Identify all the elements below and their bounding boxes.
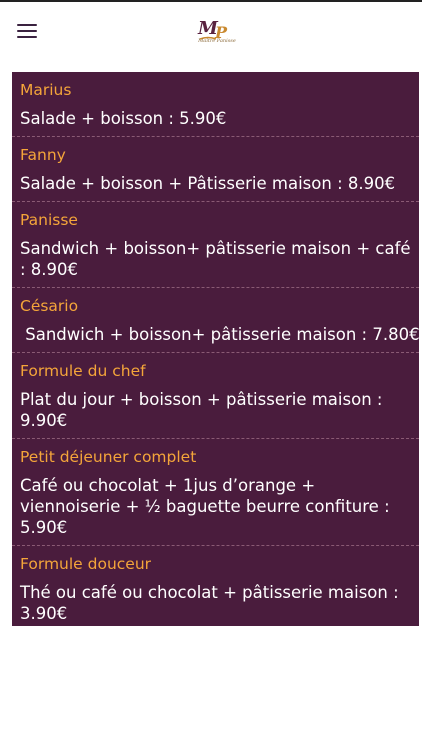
menu-item-name: Fanny	[20, 146, 66, 164]
menu-item-name: Formule douceur	[20, 555, 152, 573]
menu-item-description: Salade + boisson + Pâtisserie maison : 8…	[20, 174, 396, 193]
menu-item[interactable]: Panisse Sandwich + boisson+ pâtisserie m…	[12, 202, 419, 288]
menu-item[interactable]: Petit déjeuner complet Café ou chocolat …	[12, 439, 419, 546]
menu-line	[17, 36, 37, 39]
menu-item-name: Formule du chef	[20, 362, 146, 380]
formula-menu-panel: Marius Salade + boisson : 5.90€ Fanny Sa…	[12, 72, 420, 626]
menu-item[interactable]: Formule douceur Thé ou café ou chocolat …	[12, 546, 419, 631]
menu-item-description: Plat du jour + boisson + pâtisserie mais…	[20, 390, 383, 430]
menu-item[interactable]: Formule du chef Plat du jour + boisson +…	[12, 353, 419, 439]
menu-item-name: Panisse	[20, 211, 78, 229]
menu-item-description: Salade + boisson : 5.90€	[20, 109, 227, 128]
menu-item[interactable]: Fanny Salade + boisson + Pâtisserie mais…	[12, 137, 419, 202]
menu-item[interactable]: Marius Salade + boisson : 5.90€	[12, 72, 419, 137]
menu-item-name: Marius	[20, 81, 72, 99]
menu-item[interactable]: Césario Sandwich + boisson+ pâtisserie m…	[12, 288, 420, 353]
app-header: M P Maître Panisse	[0, 2, 422, 62]
menu-item-description: Café ou chocolat + 1jus d’orange + vienn…	[20, 476, 390, 537]
menu-item-description: Sandwich + boisson+ pâtisserie maison + …	[20, 239, 411, 279]
menu-line	[17, 30, 37, 33]
hamburger-menu-icon[interactable]	[17, 22, 37, 40]
menu-item-name: Petit déjeuner complet	[20, 448, 197, 466]
brand-logo-subtext: Maître Panisse	[198, 38, 236, 44]
menu-item-name: Césario	[20, 297, 79, 315]
menu-item-description: Thé ou café ou chocolat + pâtisserie mai…	[20, 583, 399, 623]
menu-line	[17, 24, 37, 27]
brand-logo: M P	[197, 18, 228, 42]
menu-item-description: Sandwich + boisson+ pâtisserie maison : …	[20, 325, 420, 344]
